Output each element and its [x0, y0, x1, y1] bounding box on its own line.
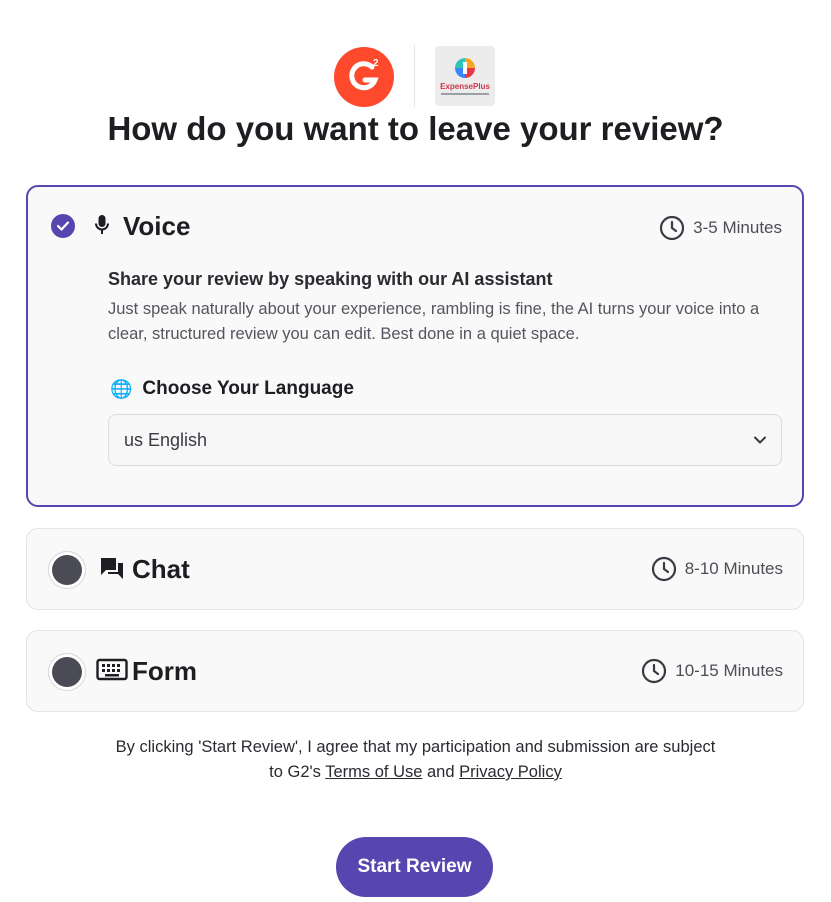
expenseplus-logo: ExpensePlus — [435, 46, 495, 106]
vendor-tagline-line — [441, 93, 489, 95]
option-form-card[interactable]: Form 10-15 Minutes — [26, 630, 804, 712]
option-voice-card[interactable]: Voice 3-5 Minutes Share your review by s… — [26, 185, 804, 507]
voice-description: Just speak naturally about your experien… — [108, 300, 760, 343]
form-time-label: 10-15 Minutes — [675, 661, 783, 680]
microphone-icon — [95, 215, 109, 234]
language-label: 🌐 Choose Your Language — [110, 378, 354, 400]
consent-prefix: to G2's — [269, 763, 321, 781]
logo-divider — [414, 45, 415, 107]
start-review-button[interactable]: Start Review — [336, 837, 493, 897]
logo-row: 2 ExpensePlus — [0, 45, 831, 107]
consent-line-2: to G2's Terms of Use and Privacy Policy — [0, 760, 831, 785]
terms-of-use-link[interactable]: Terms of Use — [325, 763, 422, 781]
clock-icon — [660, 215, 685, 241]
chat-time-label: 8-10 Minutes — [684, 559, 783, 578]
consent-and: and — [427, 763, 455, 781]
g2-logo: 2 — [334, 47, 394, 107]
chat-time: 8-10 Minutes — [651, 556, 783, 582]
clock-icon — [651, 556, 676, 582]
globe-icon: 🌐 — [110, 378, 133, 399]
check-icon — [56, 221, 70, 231]
language-label-text: Choose Your Language — [142, 378, 354, 399]
language-select[interactable]: us English — [108, 414, 782, 466]
chat-icon — [101, 558, 123, 579]
option-chat-label: Chat — [132, 554, 190, 584]
chevron-down-icon — [754, 436, 766, 444]
option-chat-card[interactable]: Chat 8-10 Minutes — [26, 528, 804, 610]
vendor-name: ExpensePlus — [440, 82, 490, 91]
voice-time-label: 3-5 Minutes — [693, 218, 782, 237]
option-form-label: Form — [132, 656, 197, 686]
expenseplus-mark-icon — [455, 58, 475, 78]
language-select-value: us English — [124, 430, 208, 450]
page-title: How do you want to leave your review? — [107, 110, 724, 147]
consent-text: By clicking 'Start Review', I agree that… — [0, 735, 831, 785]
form-radio[interactable] — [48, 653, 86, 691]
clock-icon — [642, 658, 667, 684]
privacy-policy-link[interactable]: Privacy Policy — [459, 763, 562, 781]
chat-radio[interactable] — [48, 551, 86, 589]
voice-description-title: Share your review by speaking with our A… — [108, 269, 553, 289]
keyboard-icon — [96, 658, 128, 681]
consent-line-1: By clicking 'Start Review', I agree that… — [115, 738, 716, 756]
voice-time: 3-5 Minutes — [659, 215, 782, 241]
voice-radio-checked[interactable] — [51, 214, 75, 238]
option-voice-label: Voice — [123, 211, 191, 241]
svg-text:2: 2 — [373, 58, 379, 69]
form-time: 10-15 Minutes — [641, 658, 783, 684]
